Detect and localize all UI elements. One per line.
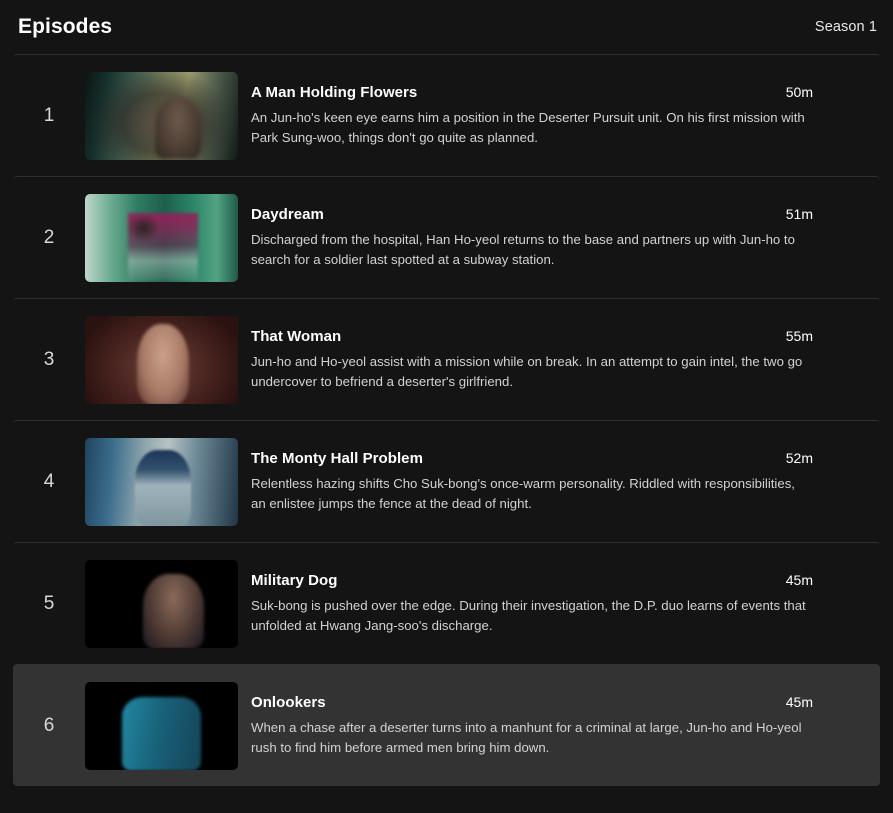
episode-list: 1 A Man Holding Flowers 50m An Jun-ho's kee… [13,54,880,786]
episode-row[interactable]: 2 Daydream 51m Discharged from the hospital… [13,176,880,298]
episode-row[interactable]: 4 The Monty Hall Problem 52m Relentless haz… [13,420,880,542]
episode-duration: 50m [785,83,813,100]
episode-synopsis: Discharged from the hospital, Han Ho-yeo… [251,231,795,267]
episode-thumbnail-art [85,560,238,648]
episode-number: 5 [43,593,55,614]
episode-synopsis: Jun-ho and Ho-yeol assist with a mission… [251,353,803,389]
episode-duration: 45m [785,571,813,588]
episode-title-line: A Man Holding Flowers 50m [251,84,813,101]
episode-title-line: Onlookers 45m [251,694,813,711]
episode-thumbnail-art [85,682,238,770]
episode-details: A Man Holding Flowers 50m An Jun-ho's keen… [238,84,880,148]
episodes-panel: Episodes Season 1 1 A Man Holding Flowers… [0,0,893,813]
episode-title-line: The Monty Hall Problem 52m [251,450,813,467]
episode-number: 6 [43,715,55,736]
episode-thumbnail[interactable] [85,71,238,160]
episode-synopsis: When a chase after a deserter turns into… [251,719,802,755]
episode-duration: 55m [785,327,813,344]
episode-title: Onlookers [251,693,326,711]
episode-title: Daydream [251,205,324,223]
episode-synopsis: Suk-bong is pushed over the edge. During… [251,597,806,633]
episode-details: That Woman 55m Jun-ho and Ho-yeol assist w… [238,328,880,392]
episode-thumbnail-art [85,437,238,526]
episode-duration: 52m [785,449,813,466]
episode-title: The Monty Hall Problem [251,449,423,467]
episode-synopsis: An Jun-ho's keen eye earns him a positio… [251,109,805,145]
episode-number: 2 [43,227,55,248]
episode-details: Daydream 51m Discharged from the hospital,… [238,206,880,270]
episode-title: A Man Holding Flowers [251,83,418,101]
episode-row[interactable]: 3 That Woman 55m Jun-ho and Ho-yeol assist … [13,298,880,420]
episode-number: 4 [43,471,55,492]
episode-details: The Monty Hall Problem 52m Relentless hazi… [238,450,880,514]
episode-duration: 51m [785,205,813,222]
episode-thumbnail-art [85,193,238,282]
episode-title-line: That Woman 55m [251,328,813,345]
episodes-header: Episodes Season 1 [13,0,880,54]
episode-number: 3 [43,349,55,370]
episode-thumbnail[interactable] [85,559,238,648]
episode-row[interactable]: 1 A Man Holding Flowers 50m An Jun-ho's kee… [13,54,880,176]
episode-thumbnail-art [85,71,238,160]
episode-duration: 45m [785,693,813,710]
episode-row[interactable]: 5 Military Dog 45m Suk-bong is pushed over … [13,542,880,664]
episode-details: Onlookers 45m When a chase after a deserte… [238,694,880,758]
episode-thumbnail-art [85,315,238,404]
episode-details: Military Dog 45m Suk-bong is pushed over t… [238,572,880,636]
episode-row[interactable]: 6 Onlookers 45m When a chase after a desert… [13,664,880,786]
episode-title: That Woman [251,327,342,345]
episode-title: Military Dog [251,571,338,589]
episode-number: 1 [43,105,55,126]
season-selector[interactable]: Season 1 [815,19,878,35]
page-title: Episodes [18,15,113,38]
episode-thumbnail[interactable] [85,437,238,526]
episode-title-line: Military Dog 45m [251,572,813,589]
episode-synopsis: Relentless hazing shifts Cho Suk-bong's … [251,475,795,511]
episode-thumbnail[interactable] [85,681,238,770]
episode-thumbnail[interactable] [85,193,238,282]
episode-title-line: Daydream 51m [251,206,813,223]
episode-thumbnail[interactable] [85,315,238,404]
